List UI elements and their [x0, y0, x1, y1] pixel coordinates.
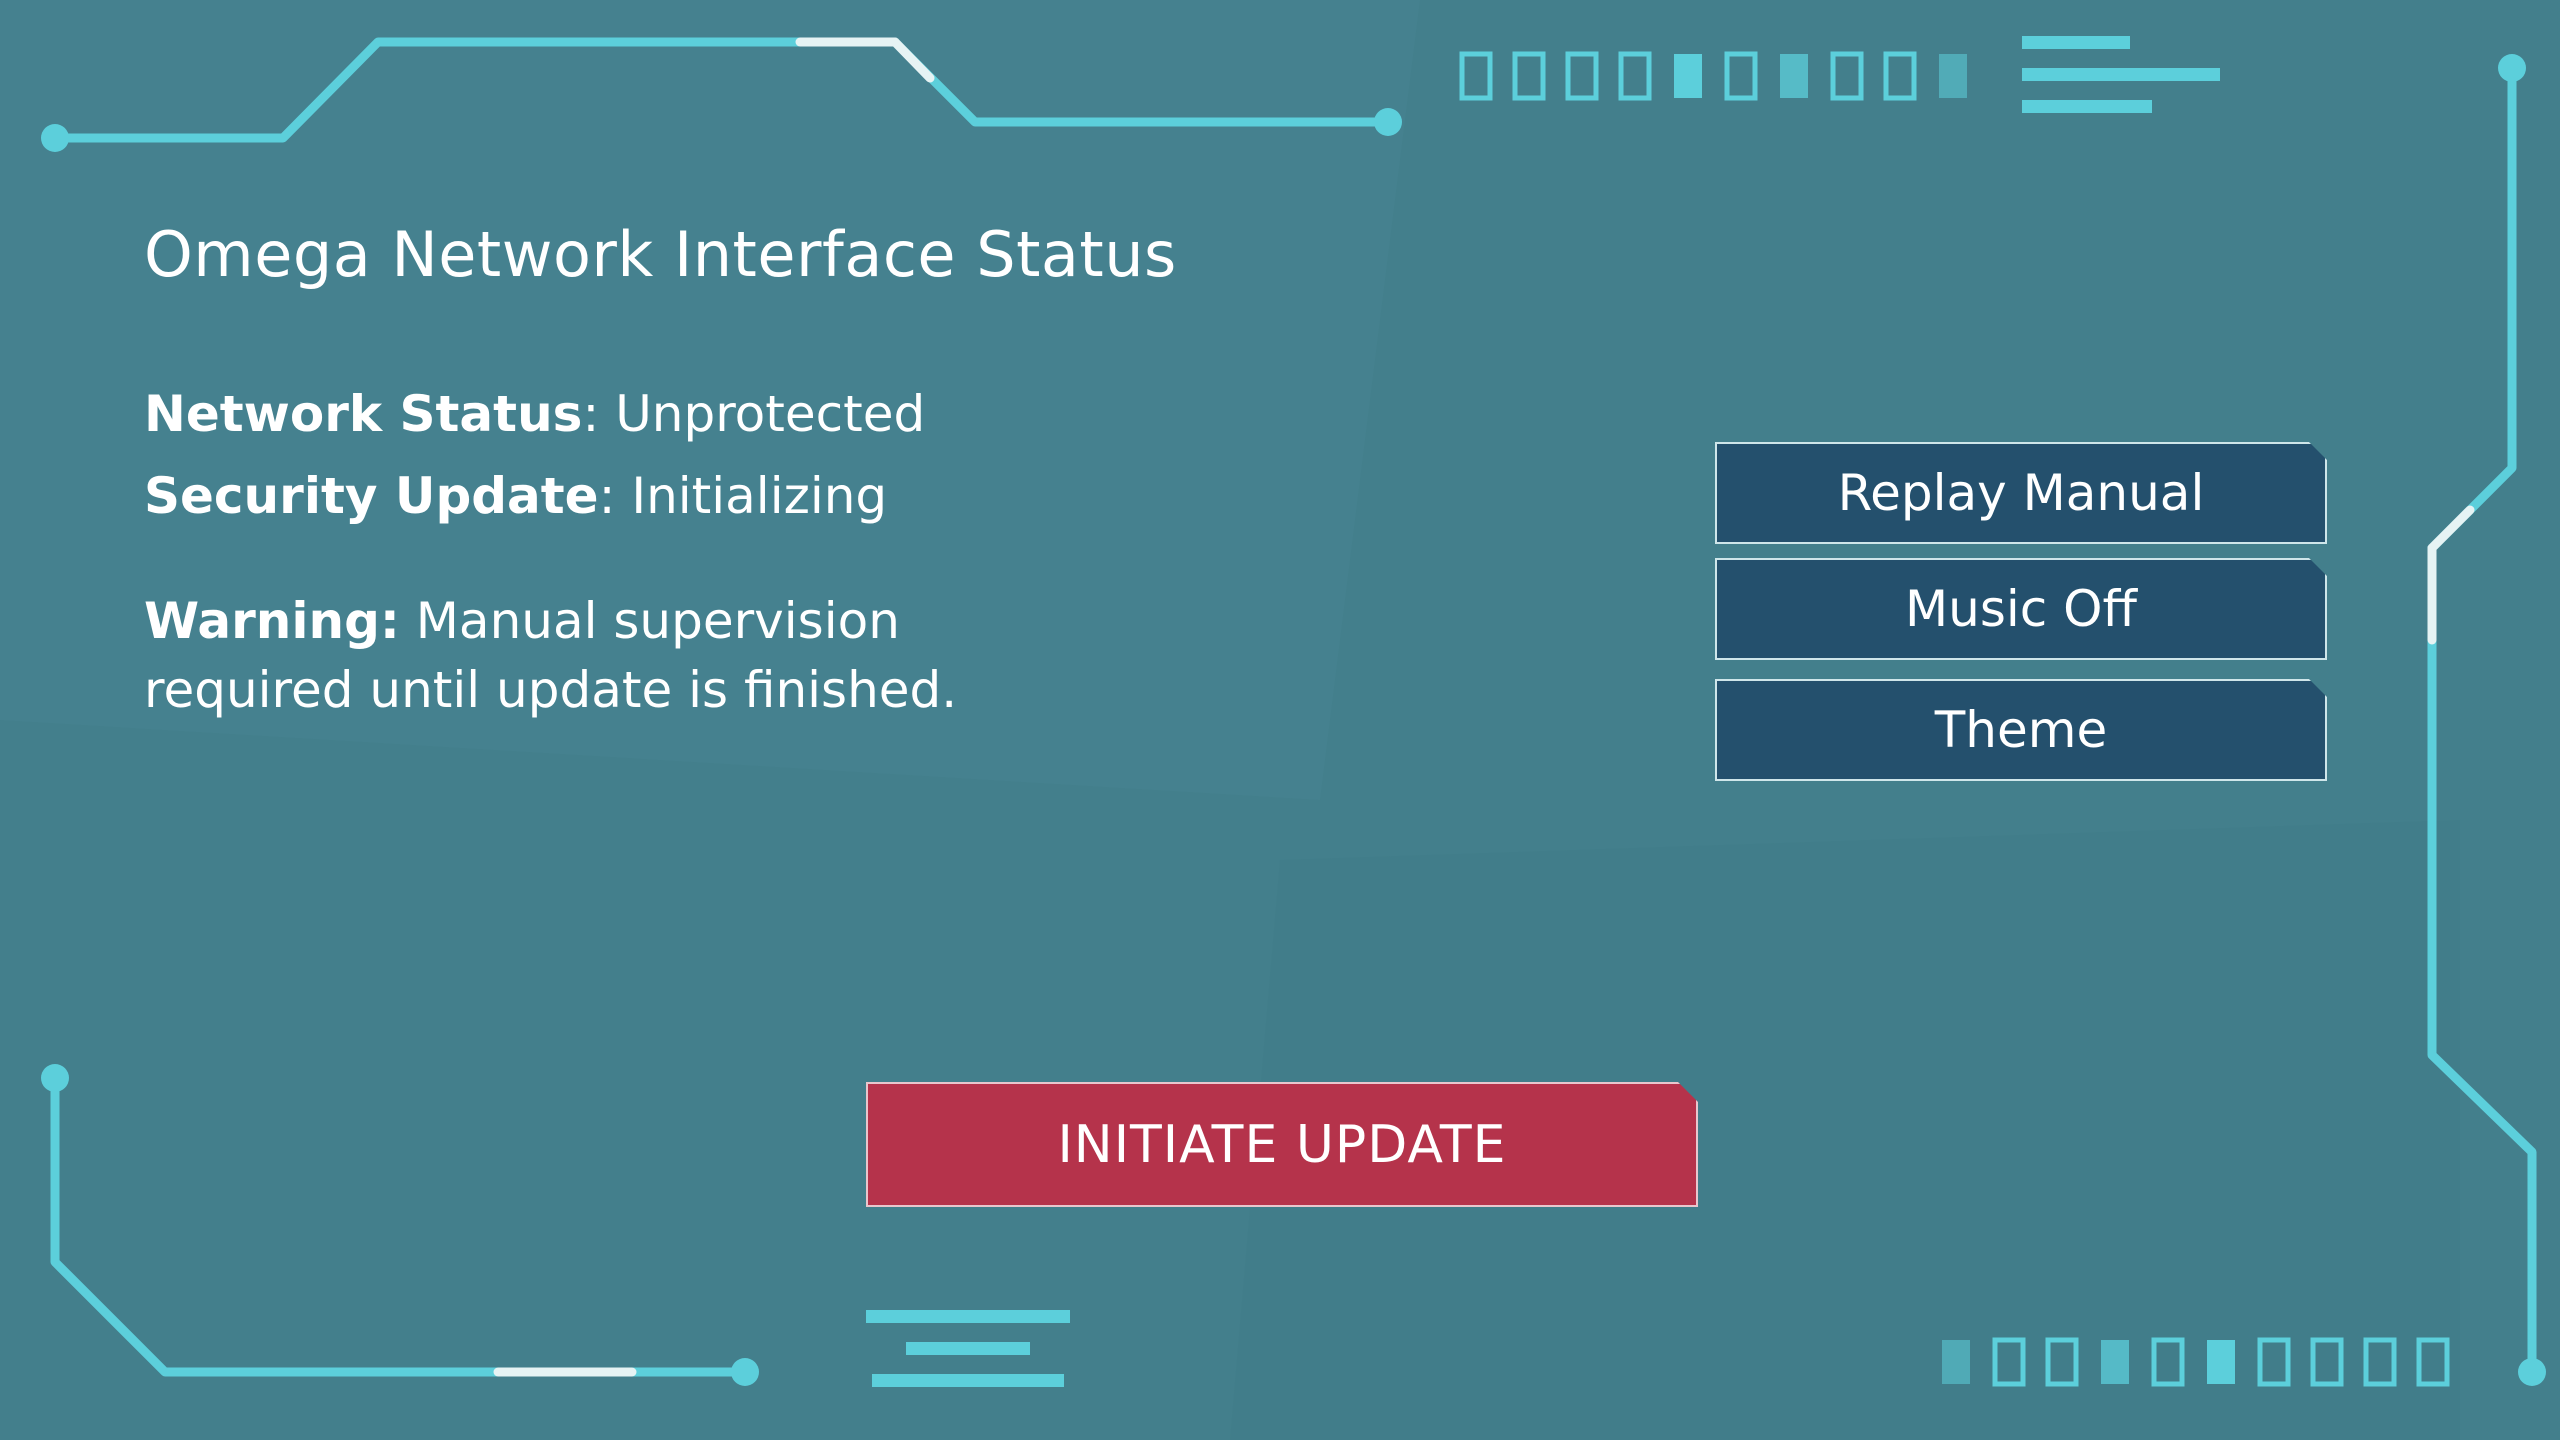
replay-manual-button[interactable]: Replay Manual: [1715, 442, 2327, 544]
initiate-update-button[interactable]: INITIATE UPDATE: [866, 1082, 1698, 1207]
security-update-label: Security Update: [144, 467, 599, 525]
network-status-line: Network Status: Unprotected: [144, 385, 925, 443]
network-status-value: Unprotected: [615, 385, 926, 443]
security-update-line: Security Update: Initializing: [144, 467, 887, 525]
theme-button[interactable]: Theme: [1715, 679, 2327, 781]
music-off-button[interactable]: Music Off: [1715, 558, 2327, 660]
warning-label: Warning:: [144, 592, 400, 650]
network-status-label: Network Status: [144, 385, 583, 443]
page-title: Omega Network Interface Status: [144, 218, 1177, 291]
security-update-separator: :: [598, 467, 632, 525]
status-screen: Omega Network Interface Status Network S…: [0, 0, 2560, 1440]
network-status-separator: :: [582, 385, 616, 443]
warning-message: Warning: Manual supervision required unt…: [144, 587, 1044, 725]
security-update-value: Initializing: [631, 467, 888, 525]
